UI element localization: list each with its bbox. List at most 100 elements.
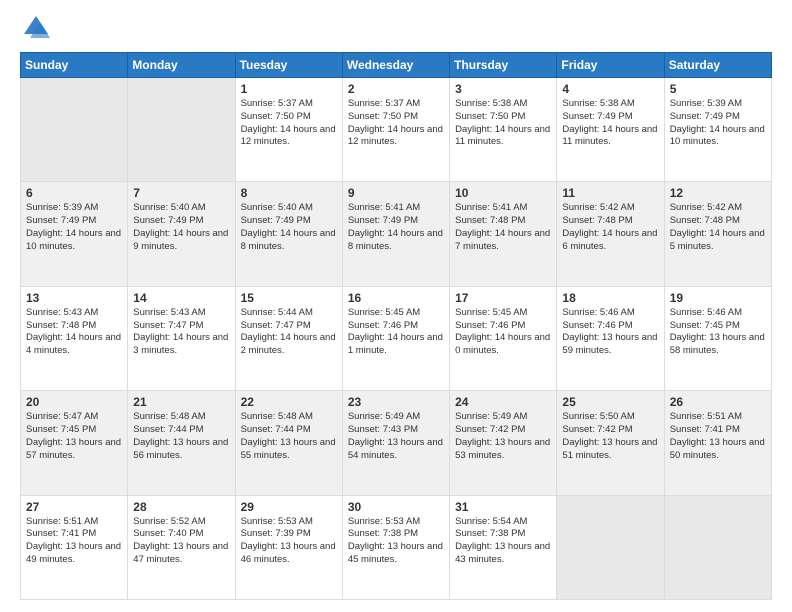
day-info: Sunrise: 5:46 AM Sunset: 7:46 PM Dayligh…	[562, 307, 658, 358]
day-info: Sunrise: 5:37 AM Sunset: 7:50 PM Dayligh…	[241, 98, 337, 149]
day-number: 21	[133, 395, 229, 409]
day-number: 16	[348, 291, 444, 305]
day-info: Sunrise: 5:45 AM Sunset: 7:46 PM Dayligh…	[455, 307, 551, 358]
calendar-day-cell: 21 Sunrise: 5:48 AM Sunset: 7:44 PM Dayli…	[128, 391, 235, 495]
day-info: Sunrise: 5:51 AM Sunset: 7:41 PM Dayligh…	[26, 516, 122, 567]
day-number: 18	[562, 291, 658, 305]
day-number: 30	[348, 500, 444, 514]
calendar-day-cell: 16 Sunrise: 5:45 AM Sunset: 7:46 PM Dayli…	[342, 286, 449, 390]
calendar-day-cell: 26 Sunrise: 5:51 AM Sunset: 7:41 PM Dayli…	[664, 391, 771, 495]
day-info: Sunrise: 5:42 AM Sunset: 7:48 PM Dayligh…	[562, 202, 658, 253]
day-info: Sunrise: 5:43 AM Sunset: 7:47 PM Dayligh…	[133, 307, 229, 358]
day-number: 23	[348, 395, 444, 409]
day-info: Sunrise: 5:42 AM Sunset: 7:48 PM Dayligh…	[670, 202, 766, 253]
calendar-day-cell: 7 Sunrise: 5:40 AM Sunset: 7:49 PM Daylig…	[128, 182, 235, 286]
day-info: Sunrise: 5:50 AM Sunset: 7:42 PM Dayligh…	[562, 411, 658, 462]
day-number: 1	[241, 82, 337, 96]
calendar-day-cell: 22Sunrise: 5:48 AM Sunset: 7:44 PM Dayli…	[235, 391, 342, 495]
day-number: 14	[133, 291, 229, 305]
calendar-day-cell	[21, 78, 128, 182]
day-number: 4	[562, 82, 658, 96]
calendar-day-cell	[128, 78, 235, 182]
calendar-day-cell: 10 Sunrise: 5:41 AM Sunset: 7:48 PM Dayli…	[450, 182, 557, 286]
day-number: 26	[670, 395, 766, 409]
calendar-day-cell: 20 Sunrise: 5:47 AM Sunset: 7:45 PM Dayli…	[21, 391, 128, 495]
day-info: Sunrise: 5:39 AM Sunset: 7:49 PM Dayligh…	[670, 98, 766, 149]
day-info: Sunrise: 5:41 AM Sunset: 7:49 PM Dayligh…	[348, 202, 444, 253]
day-info: Sunrise: 5:40 AM Sunset: 7:49 PM Dayligh…	[241, 202, 337, 253]
day-number: 19	[670, 291, 766, 305]
day-info: Sunrise: 5:39 AM Sunset: 7:49 PM Dayligh…	[26, 202, 122, 253]
day-number: 7	[133, 186, 229, 200]
day-number: 5	[670, 82, 766, 96]
logo	[20, 16, 50, 42]
calendar-day-cell: 28 Sunrise: 5:52 AM Sunset: 7:40 PM Dayli…	[128, 495, 235, 599]
calendar-day-cell: 31 Sunrise: 5:54 AM Sunset: 7:38 PM Dayli…	[450, 495, 557, 599]
calendar-day-cell: 30Sunrise: 5:53 AM Sunset: 7:38 PM Dayli…	[342, 495, 449, 599]
day-number: 22	[241, 395, 337, 409]
calendar-week-row: 1 Sunrise: 5:37 AM Sunset: 7:50 PM Daylig…	[21, 78, 772, 182]
day-info: Sunrise: 5:41 AM Sunset: 7:48 PM Dayligh…	[455, 202, 551, 253]
day-info: Sunrise: 5:43 AM Sunset: 7:48 PM Dayligh…	[26, 307, 122, 358]
day-number: 3	[455, 82, 551, 96]
calendar-week-row: 20 Sunrise: 5:47 AM Sunset: 7:45 PM Dayli…	[21, 391, 772, 495]
calendar-day-cell: 29 Sunrise: 5:53 AM Sunset: 7:39 PM Dayli…	[235, 495, 342, 599]
calendar-day-cell: 1 Sunrise: 5:37 AM Sunset: 7:50 PM Daylig…	[235, 78, 342, 182]
calendar-day-cell: 8 Sunrise: 5:40 AM Sunset: 7:49 PM Daylig…	[235, 182, 342, 286]
calendar-day-cell: 24 Sunrise: 5:49 AM Sunset: 7:42 PM Dayli…	[450, 391, 557, 495]
calendar-header-cell: Saturday	[664, 53, 771, 78]
calendar-day-cell	[557, 495, 664, 599]
calendar-header-cell: Friday	[557, 53, 664, 78]
day-info: Sunrise: 5:51 AM Sunset: 7:41 PM Dayligh…	[670, 411, 766, 462]
calendar-day-cell: 9 Sunrise: 5:41 AM Sunset: 7:49 PM Daylig…	[342, 182, 449, 286]
day-info: Sunrise: 5:44 AM Sunset: 7:47 PM Dayligh…	[241, 307, 337, 358]
day-number: 9	[348, 186, 444, 200]
day-number: 25	[562, 395, 658, 409]
day-number: 8	[241, 186, 337, 200]
calendar-header-cell: Wednesday	[342, 53, 449, 78]
day-info: Sunrise: 5:53 AM Sunset: 7:39 PM Dayligh…	[241, 516, 337, 567]
day-info: Sunrise: 5:49 AM Sunset: 7:43 PM Dayligh…	[348, 411, 444, 462]
calendar-body: 1 Sunrise: 5:37 AM Sunset: 7:50 PM Daylig…	[21, 78, 772, 600]
calendar-day-cell: 4Sunrise: 5:38 AM Sunset: 7:49 PM Daylig…	[557, 78, 664, 182]
calendar-week-row: 27 Sunrise: 5:51 AM Sunset: 7:41 PM Dayli…	[21, 495, 772, 599]
day-number: 11	[562, 186, 658, 200]
day-info: Sunrise: 5:45 AM Sunset: 7:46 PM Dayligh…	[348, 307, 444, 358]
calendar-day-cell: 15 Sunrise: 5:44 AM Sunset: 7:47 PM Dayli…	[235, 286, 342, 390]
day-number: 10	[455, 186, 551, 200]
calendar-day-cell: 12 Sunrise: 5:42 AM Sunset: 7:48 PM Dayli…	[664, 182, 771, 286]
calendar-header-cell: Thursday	[450, 53, 557, 78]
calendar-day-cell: 18 Sunrise: 5:46 AM Sunset: 7:46 PM Dayli…	[557, 286, 664, 390]
day-info: Sunrise: 5:49 AM Sunset: 7:42 PM Dayligh…	[455, 411, 551, 462]
day-info: Sunrise: 5:37 AM Sunset: 7:50 PM Dayligh…	[348, 98, 444, 149]
day-number: 29	[241, 500, 337, 514]
day-info: Sunrise: 5:54 AM Sunset: 7:38 PM Dayligh…	[455, 516, 551, 567]
calendar-day-cell: 25 Sunrise: 5:50 AM Sunset: 7:42 PM Dayli…	[557, 391, 664, 495]
day-number: 2	[348, 82, 444, 96]
calendar-week-row: 6 Sunrise: 5:39 AM Sunset: 7:49 PM Daylig…	[21, 182, 772, 286]
calendar-day-cell: 2 Sunrise: 5:37 AM Sunset: 7:50 PM Daylig…	[342, 78, 449, 182]
day-info: Sunrise: 5:47 AM Sunset: 7:45 PM Dayligh…	[26, 411, 122, 462]
calendar-day-cell: 19 Sunrise: 5:46 AM Sunset: 7:45 PM Dayli…	[664, 286, 771, 390]
day-info: Sunrise: 5:40 AM Sunset: 7:49 PM Dayligh…	[133, 202, 229, 253]
day-info: Sunrise: 5:52 AM Sunset: 7:40 PM Dayligh…	[133, 516, 229, 567]
calendar-header-cell: Tuesday	[235, 53, 342, 78]
day-number: 31	[455, 500, 551, 514]
calendar-day-cell: 17 Sunrise: 5:45 AM Sunset: 7:46 PM Dayli…	[450, 286, 557, 390]
day-number: 24	[455, 395, 551, 409]
page: SundayMondayTuesdayWednesdayThursdayFrid…	[0, 0, 792, 612]
day-number: 12	[670, 186, 766, 200]
day-number: 13	[26, 291, 122, 305]
day-number: 28	[133, 500, 229, 514]
day-number: 27	[26, 500, 122, 514]
day-info: Sunrise: 5:46 AM Sunset: 7:45 PM Dayligh…	[670, 307, 766, 358]
calendar-day-cell: 5 Sunrise: 5:39 AM Sunset: 7:49 PM Daylig…	[664, 78, 771, 182]
day-number: 17	[455, 291, 551, 305]
day-info: Sunrise: 5:48 AM Sunset: 7:44 PM Dayligh…	[133, 411, 229, 462]
calendar-day-cell: 14 Sunrise: 5:43 AM Sunset: 7:47 PM Dayli…	[128, 286, 235, 390]
calendar-day-cell: 23 Sunrise: 5:49 AM Sunset: 7:43 PM Dayli…	[342, 391, 449, 495]
day-number: 6	[26, 186, 122, 200]
calendar-table: SundayMondayTuesdayWednesdayThursdayFrid…	[20, 52, 772, 600]
day-number: 20	[26, 395, 122, 409]
day-number: 15	[241, 291, 337, 305]
